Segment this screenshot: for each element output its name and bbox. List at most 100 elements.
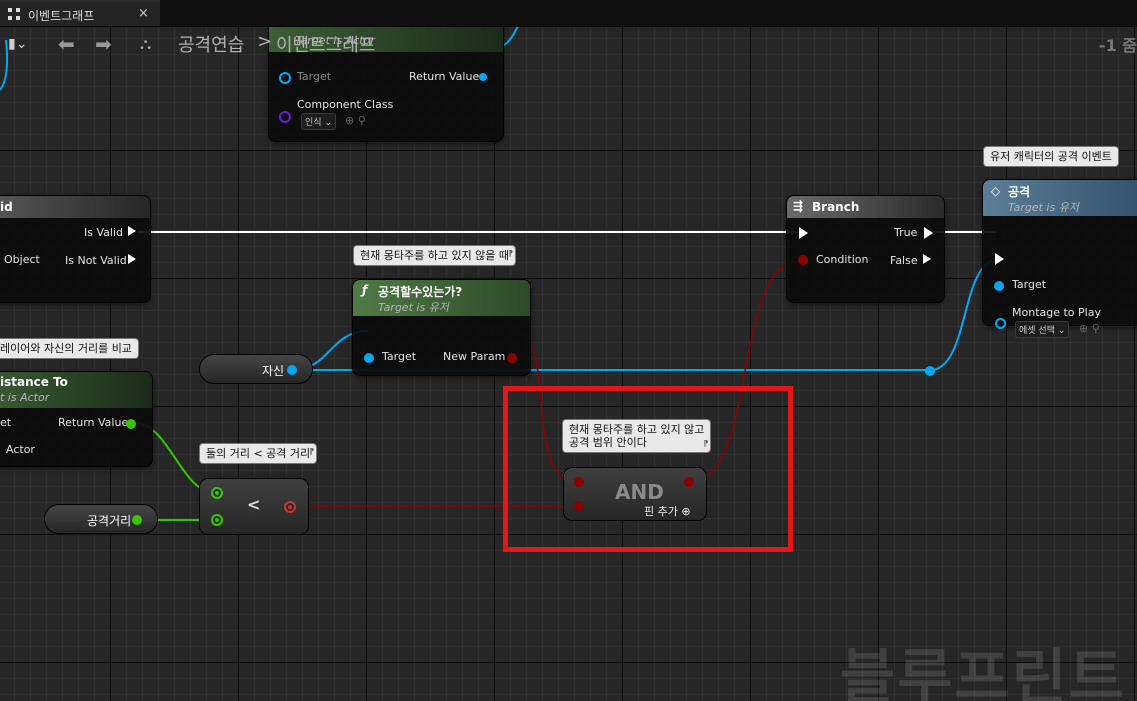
- get-component-node[interactable]: Target is Actor Target Return Value Comp…: [269, 26, 503, 141]
- distance-sub: t is Actor: [0, 391, 50, 404]
- is-valid-label: Is Valid: [84, 226, 123, 239]
- condition-label: Condition: [816, 253, 869, 266]
- distance-actor-label: Actor: [6, 443, 35, 456]
- attack-event-node[interactable]: ◇ 공격 Target is 유저 Target Montage to Play…: [983, 180, 1137, 338]
- attack-event-comment: 유저 캐릭터의 공격 이벤트: [984, 147, 1118, 166]
- object-wire-left-top: [0, 39, 9, 91]
- attack-exec-in-pin[interactable]: [995, 253, 1004, 265]
- range-variable-node[interactable]: 공격거리: [45, 505, 157, 533]
- isvalid-node[interactable]: id Is Valid Object Is Not Valid: [0, 196, 150, 302]
- distance-return-label: Return Value: [58, 416, 129, 429]
- component-class-dropdown[interactable]: 인식 ⌄: [301, 113, 336, 130]
- forward-arrow-icon[interactable]: ➡: [95, 32, 112, 56]
- close-icon[interactable]: ×: [138, 6, 149, 21]
- branch-icon: ⇶: [793, 199, 804, 213]
- return-value-pin[interactable]: [479, 73, 487, 81]
- can-attack-comment: 현재 몽타주를 하고 있지 않을 때 ⁋: [354, 246, 516, 265]
- back-arrow-icon[interactable]: ⬅: [58, 32, 75, 56]
- tab-event-graph[interactable]: 이벤트그래프 ×: [0, 0, 160, 26]
- get-component-sub: Target is Actor: [295, 34, 375, 47]
- and-comment: 현재 몽타주를 하고 있지 않고 공격 범위 안이다 ⁋: [563, 420, 711, 452]
- self-variable-node[interactable]: 자신: [200, 355, 312, 383]
- false-exec-pin[interactable]: [923, 254, 931, 264]
- component-class-label: Component Class: [297, 98, 394, 111]
- attack-target-pin[interactable]: [994, 281, 1004, 291]
- true-label: True: [894, 226, 918, 239]
- can-attack-node[interactable]: ƒ 공격할수있는가? Target is 유저 Target New Param: [353, 280, 530, 375]
- distance-target-label: et: [0, 416, 12, 429]
- and-b-pin[interactable]: [574, 501, 584, 511]
- function-icon: ƒ: [362, 283, 368, 297]
- return-value-label: Return Value: [409, 70, 480, 83]
- and-comment-line2: 공격 범위 안이다: [569, 436, 647, 449]
- true-exec-pin[interactable]: [924, 227, 933, 239]
- attack-target-label: Target: [1012, 278, 1047, 291]
- compare-b-pin[interactable]: [211, 514, 223, 526]
- event-icon: ◇: [991, 184, 1001, 198]
- distance-title: istance To: [0, 375, 68, 389]
- new-param-pin[interactable]: [507, 353, 517, 363]
- is-not-valid-label: Is Not Valid: [65, 254, 127, 267]
- get-component-header: Target is Actor: [269, 26, 503, 52]
- watermark: 블루프린트: [840, 643, 1126, 701]
- graph-tab-icon: [8, 8, 20, 20]
- compare-operator: <: [247, 495, 261, 514]
- and-comment-line1: 현재 몽타주를 하고 있지 않고: [569, 423, 705, 436]
- compare-comment-pin-icon[interactable]: ⁋: [309, 445, 314, 458]
- attack-title: 공격: [1008, 185, 1031, 199]
- component-class-pin[interactable]: [279, 111, 291, 123]
- tab-bar: 이벤트그래프 ×: [0, 0, 1137, 27]
- can-attack-sub: Target is 유저: [378, 301, 449, 314]
- target-pin[interactable]: [279, 72, 291, 84]
- montage-dropdown[interactable]: 에셋 선택 ⌄: [1015, 321, 1070, 338]
- isvalid-header: id: [0, 196, 150, 218]
- false-label: False: [890, 254, 918, 267]
- branch-exec-in-pin[interactable]: [799, 227, 808, 239]
- add-pin-button[interactable]: 핀 추가 ⊕: [644, 503, 691, 519]
- add-pin-icon: ⊕: [681, 505, 691, 518]
- montage-browse-icon[interactable]: ⊕ ⚲: [1079, 322, 1100, 335]
- branch-title: Branch: [812, 200, 860, 214]
- browse-icon[interactable]: ⊕ ⚲: [345, 114, 366, 127]
- reroute-node[interactable]: [925, 366, 935, 376]
- branch-node[interactable]: ⇶ Branch True Condition False: [787, 196, 944, 302]
- distance-comment: 레이어와 자신의 거리를 비교: [0, 339, 138, 358]
- new-param-label: New Param: [443, 350, 506, 363]
- can-attack-target-pin[interactable]: [364, 353, 374, 363]
- montage-pin[interactable]: [995, 318, 1006, 329]
- graph-icon: ⛬: [140, 34, 152, 53]
- can-attack-target-label: Target: [382, 350, 417, 363]
- range-variable-pin[interactable]: [132, 515, 142, 525]
- montage-label: Montage to Play: [1012, 306, 1101, 319]
- bookmark-icon[interactable]: ▮⌄: [8, 36, 27, 52]
- compare-result-pin[interactable]: [284, 501, 296, 513]
- is-not-valid-exec-pin[interactable]: [128, 254, 136, 264]
- and-result-pin[interactable]: [684, 477, 694, 487]
- object-label: Object: [4, 253, 40, 266]
- blueprint-graph-canvas[interactable]: Target is Actor Target Return Value Comp…: [0, 26, 1137, 701]
- can-attack-header: ƒ 공격할수있는가? Target is 유저: [353, 280, 530, 316]
- isvalid-title: id: [0, 200, 13, 214]
- branch-header: ⇶ Branch: [787, 196, 944, 218]
- and-node[interactable]: AND 핀 추가 ⊕: [564, 468, 706, 520]
- attack-header: ◇ 공격 Target is 유저: [983, 180, 1137, 216]
- compare-a-pin[interactable]: [211, 487, 223, 499]
- compare-node[interactable]: <: [200, 479, 308, 534]
- distance-header: istance To t is Actor: [0, 372, 152, 408]
- self-variable-pin[interactable]: [287, 365, 297, 375]
- range-variable-label: 공격거리: [87, 514, 132, 528]
- wire-layer: [0, 26, 999, 521]
- and-comment-pin-icon[interactable]: ⁋: [703, 437, 708, 450]
- distance-return-pin[interactable]: [126, 419, 136, 429]
- compare-comment: 둘의 거리 < 공격 거리 ⁋: [200, 444, 317, 463]
- is-valid-exec-pin[interactable]: [128, 226, 136, 236]
- can-attack-title: 공격할수있는가?: [378, 285, 463, 299]
- self-variable-label: 자신: [262, 364, 285, 378]
- and-a-pin[interactable]: [574, 477, 584, 487]
- condition-pin[interactable]: [798, 255, 808, 265]
- attack-sub: Target is 유저: [1008, 201, 1079, 214]
- tab-title: 이벤트그래프: [28, 9, 95, 23]
- comment-pin-icon[interactable]: ⁋: [508, 247, 513, 260]
- distance-node[interactable]: istance To t is Actor et Return Value Ac…: [0, 372, 152, 466]
- target-label: Target: [297, 70, 332, 83]
